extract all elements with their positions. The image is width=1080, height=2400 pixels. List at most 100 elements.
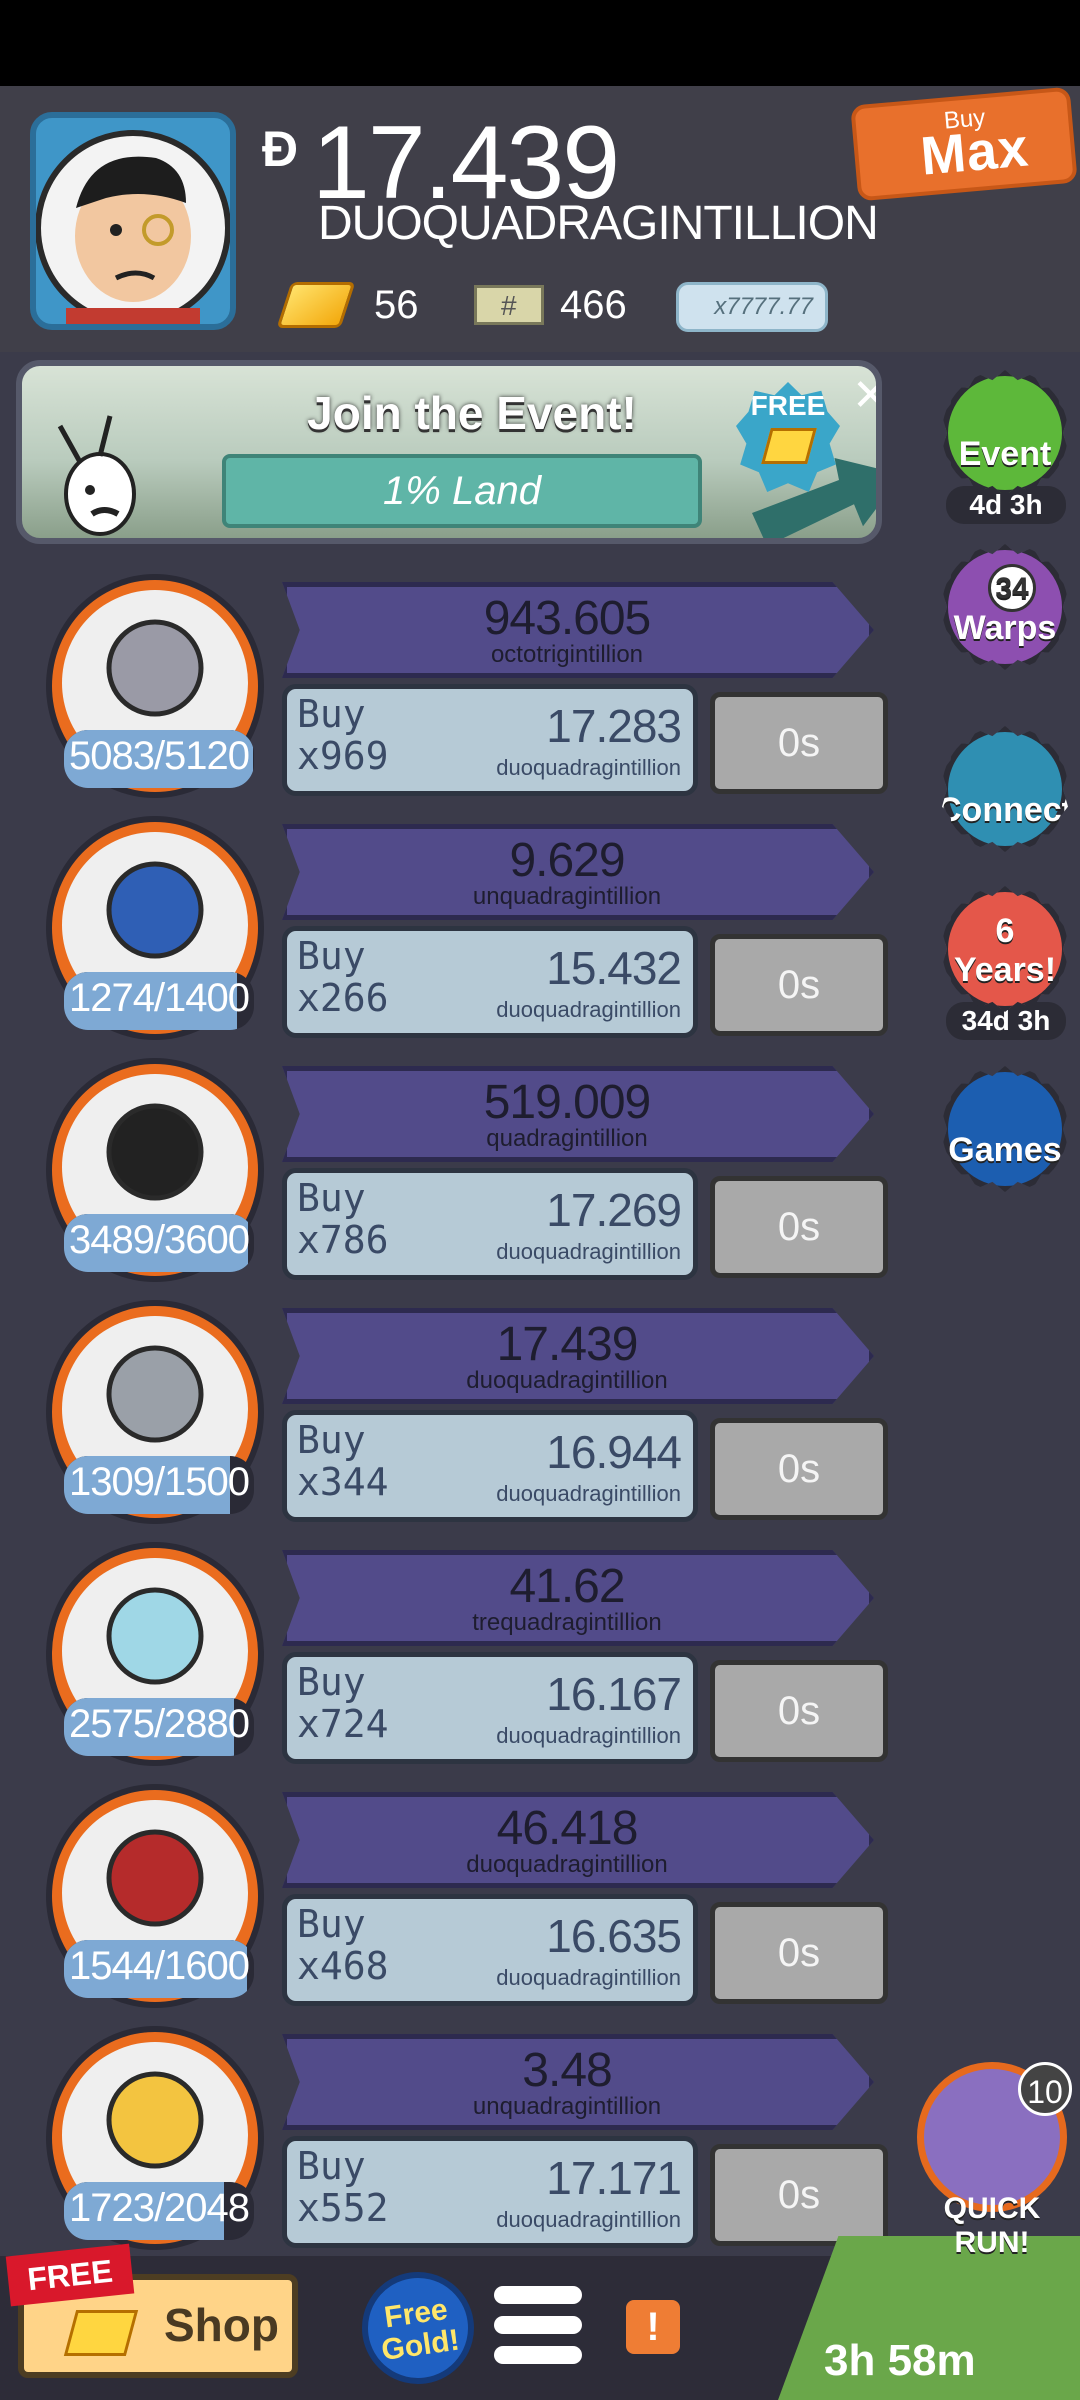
event-banner[interactable]: Join the Event! 1% Land FREE ✕ <box>16 360 882 544</box>
business-icon-button[interactable]: 1544/1600 <box>46 1784 264 2008</box>
event-subtitle: 1% Land <box>222 454 702 528</box>
scientist-character-icon <box>57 415 136 536</box>
business-row: 5083/5120 943.605 octotrigintillion Buy x… <box>40 574 910 798</box>
production-bar[interactable]: 41.62 trequadragintillion <box>282 1550 874 1646</box>
production-bar[interactable]: 519.009 quadragintillion <box>282 1066 874 1162</box>
buy-cost-unit: duoquadragintillion <box>496 755 681 780</box>
production-unit: unquadragintillion <box>472 883 662 910</box>
business-icon-button[interactable]: 3489/3600 <box>46 1058 264 1282</box>
timer-button[interactable]: 0s <box>710 1176 888 1278</box>
connect-button[interactable]: Connect <box>942 726 1070 852</box>
buy-button[interactable]: Buy x344 16.944 duoquadragintillion <box>282 1410 698 1522</box>
production-bar[interactable]: 17.439 duoquadragintillion <box>282 1308 874 1404</box>
owned-count: 1274/1400 <box>68 976 250 1020</box>
anniversary-label: 6 Years! <box>953 912 1057 989</box>
buy-quantity: x344 <box>297 1460 389 1504</box>
buy-label: Buy x344 <box>297 1418 389 1504</box>
owned-count: 5083/5120 <box>68 734 250 778</box>
bill-counter[interactable]: x7777.77 <box>676 282 828 332</box>
buy-button[interactable]: Buy x786 17.269 duoquadragintillion <box>282 1168 698 1280</box>
timer-button[interactable]: 0s <box>710 1660 888 1762</box>
buy-label: Buy x969 <box>297 692 389 778</box>
buy-cost-unit: duoquadragintillion <box>496 2207 681 2232</box>
buy-button[interactable]: Buy x724 16.167 duoquadragintillion <box>282 1652 698 1764</box>
buy-cost-unit: duoquadragintillion <box>496 1239 681 1264</box>
menu-icon[interactable] <box>494 2286 582 2370</box>
timer-button[interactable]: 0s <box>710 934 888 1036</box>
shop-label: Shop <box>164 2299 279 2351</box>
buy-max-button[interactable]: Buy Max <box>850 86 1078 202</box>
production-value: 17.439 <box>496 1318 639 1371</box>
event-title: Join the Event! <box>307 387 637 439</box>
ticket-value: 466 <box>560 282 627 327</box>
gold-value: 56 <box>374 282 419 327</box>
business-row: 1274/1400 9.629 unquadragintillion Buy x2… <box>40 816 910 1040</box>
business-row: 1309/1500 17.439 duoquadragintillion Buy… <box>40 1300 910 1524</box>
owned-counter: 1723/2048 <box>64 2182 254 2240</box>
business-icon-button[interactable]: 5083/5120 <box>46 574 264 798</box>
warps-button[interactable]: 34 Warps <box>942 544 1070 670</box>
buy-max-label: Max <box>918 117 1032 187</box>
production-unit: duoquadragintillion <box>466 1367 668 1394</box>
buy-button[interactable]: Buy x969 17.283 duoquadragintillion <box>282 684 698 796</box>
business-icon-button[interactable]: 1274/1400 <box>46 816 264 1040</box>
quick-run-button[interactable]: 10 QUICK RUN! <box>914 2062 1072 2259</box>
gold-counter: 56 <box>276 276 419 334</box>
anniversary-button[interactable]: 6 Years! 34d 3h <box>942 886 1070 1040</box>
owned-counter: 1274/1400 <box>64 972 254 1030</box>
buy-cost: 17.283 <box>546 700 682 752</box>
buy-cost: 16.635 <box>546 1910 682 1962</box>
buy-cost-unit: duoquadragintillion <box>496 1965 681 1990</box>
buy-label: Buy x786 <box>297 1176 389 1262</box>
hat-icon: Event <box>942 370 1068 496</box>
business-row: 2575/2880 41.62 trequadragintillion Buy x… <box>40 1542 910 1766</box>
free-gold-badge: FREE <box>736 382 840 492</box>
owned-counter: 3489/3600 <box>64 1214 254 1272</box>
run-timer: 3h 58m <box>824 2336 976 2385</box>
owned-counter: 5083/5120 <box>64 730 254 788</box>
connect-label: Connect <box>937 791 1073 829</box>
business-row: 1544/1600 46.418 duoquadragintillion Buy… <box>40 1784 910 2008</box>
status-bar <box>0 0 1080 86</box>
owned-counter: 2575/2880 <box>64 1698 254 1756</box>
buy-cost: 16.167 <box>546 1668 682 1720</box>
games-button[interactable]: Games <box>942 1066 1070 1192</box>
production-bar[interactable]: 3.48 unquadragintillion <box>282 2034 874 2130</box>
buy-button[interactable]: Buy x266 15.432 duoquadragintillion <box>282 926 698 1038</box>
buy-quantity: x969 <box>297 734 389 778</box>
buy-quantity: x266 <box>297 976 389 1020</box>
production-unit: duoquadragintillion <box>466 1851 668 1878</box>
warps-label: Warps <box>953 609 1057 647</box>
close-icon[interactable]: ✕ <box>852 370 876 421</box>
buy-cost-unit: duoquadragintillion <box>496 1723 681 1748</box>
business-icon-button[interactable]: 2575/2880 <box>46 1542 264 1766</box>
games-label: Games <box>948 1131 1062 1169</box>
buy-quantity: x786 <box>297 1218 389 1262</box>
production-value: 943.605 <box>483 592 652 645</box>
quick-run-label: QUICK RUN! <box>943 2192 1041 2259</box>
production-bar[interactable]: 943.605 octotrigintillion <box>282 582 874 678</box>
timer-button[interactable]: 0s <box>710 1902 888 2004</box>
buy-cost: 17.171 <box>546 2152 682 2204</box>
player-avatar[interactable] <box>30 112 236 330</box>
production-bar[interactable]: 9.629 unquadragintillion <box>282 824 874 920</box>
buy-button[interactable]: Buy x552 17.171 duoquadragintillion <box>282 2136 698 2248</box>
owned-counter: 1544/1600 <box>64 1940 254 1998</box>
warps-count: 34 <box>988 564 1036 612</box>
buy-button[interactable]: Buy x468 16.635 duoquadragintillion <box>282 1894 698 2006</box>
owned-count: 3489/3600 <box>68 1218 250 1262</box>
alert-icon[interactable]: ! <box>626 2300 680 2354</box>
gold-bar-icon <box>761 428 817 464</box>
timer-button[interactable]: 0s <box>710 2144 888 2246</box>
timer-button[interactable]: 0s <box>710 1418 888 1520</box>
business-icon-button[interactable]: 1309/1500 <box>46 1300 264 1524</box>
buy-cost-unit: duoquadragintillion <box>496 1481 681 1506</box>
owned-counter: 1309/1500 <box>64 1456 254 1514</box>
timer-button[interactable]: 0s <box>710 692 888 794</box>
owned-count: 2575/2880 <box>68 1702 250 1746</box>
production-bar[interactable]: 46.418 duoquadragintillion <box>282 1792 874 1888</box>
event-button[interactable]: Event 4d 3h <box>942 370 1070 524</box>
owned-count: 1544/1600 <box>68 1944 250 1988</box>
buy-cost: 17.269 <box>546 1184 682 1236</box>
business-icon-button[interactable]: 1723/2048 <box>46 2026 264 2250</box>
